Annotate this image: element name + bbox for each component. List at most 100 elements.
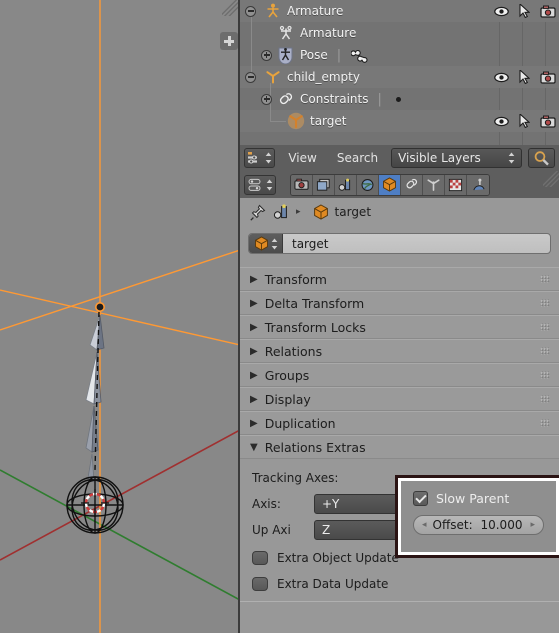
panel-grip-icon[interactable] <box>540 395 550 403</box>
cursor-icon[interactable] <box>513 66 536 88</box>
editor-type-outliner-icon[interactable] <box>244 148 276 168</box>
panel-duplication[interactable]: ▶ Duplication <box>240 411 559 435</box>
outliner-row-armature-data[interactable]: Armature <box>240 22 559 44</box>
offset-number-field[interactable]: ◂ Offset: 10.000 ▸ <box>413 515 544 535</box>
camera-icon[interactable] <box>536 66 559 88</box>
tab-world[interactable] <box>357 174 379 195</box>
camera-icon[interactable] <box>536 0 559 22</box>
orange-cube-icon <box>249 234 283 253</box>
decrement-arrow-icon[interactable]: ◂ <box>422 520 427 530</box>
object-name-field[interactable]: target <box>248 233 551 254</box>
panel-groups[interactable]: ▶ Groups <box>240 363 559 387</box>
outliner-row-target[interactable]: target <box>240 110 559 132</box>
outliner-label: Armature <box>300 26 357 40</box>
breadcrumb-separator: ▸ <box>296 207 301 217</box>
restrict-icons[interactable] <box>490 0 559 22</box>
panel-delta-transform[interactable]: ▶ Delta Transform <box>240 291 559 315</box>
tree-line <box>270 121 286 122</box>
panel-grip-icon[interactable] <box>540 371 550 379</box>
tab-texture[interactable] <box>445 174 467 195</box>
panel-grip-icon[interactable] <box>540 299 550 307</box>
chevron-right-icon: ▶ <box>250 417 258 429</box>
panel-relations[interactable]: ▶ Relations <box>240 339 559 363</box>
extra-data-update-label: Extra Data Update <box>277 577 389 591</box>
panel-display[interactable]: ▶ Display <box>240 387 559 411</box>
outliner-row-pose[interactable]: Pose | <box>240 44 559 66</box>
tab-scene[interactable] <box>335 174 357 195</box>
properties-tabstrip[interactable] <box>290 173 490 196</box>
outliner-menu-view[interactable]: View <box>281 151 323 165</box>
toolbar-expand-plus-icon[interactable] <box>220 32 238 50</box>
constraint-link-icon <box>279 92 293 104</box>
chevron-right-icon: ▶ <box>250 393 258 405</box>
editor-type-properties-icon[interactable] <box>244 174 276 195</box>
display-mode-value: Visible Layers <box>398 151 481 165</box>
outliner-label: Armature <box>287 4 344 18</box>
tab-constraints[interactable] <box>401 174 423 195</box>
panel-relations-extras[interactable]: ▼ Relations Extras <box>240 435 559 459</box>
breadcrumb-object-name: target <box>334 205 372 219</box>
panel-grip-icon[interactable] <box>540 275 550 283</box>
armature-icon <box>267 3 279 18</box>
chevron-updown-icon <box>508 152 514 164</box>
eye-icon[interactable] <box>490 66 513 88</box>
eye-icon[interactable] <box>490 110 513 132</box>
expander-plus-icon[interactable] <box>261 49 272 61</box>
eye-icon[interactable] <box>490 0 513 22</box>
outliner-row-child-empty[interactable]: child_empty <box>240 66 559 131</box>
tab-render[interactable] <box>291 174 313 195</box>
slow-parent-label: Slow Parent <box>436 491 510 506</box>
viewport-corner-grab[interactable] <box>222 0 238 16</box>
properties-header-bar[interactable] <box>240 171 559 198</box>
bone-icon <box>351 49 368 63</box>
restrict-icons[interactable] <box>490 110 559 132</box>
offset-value: 10.000 <box>480 518 523 532</box>
chevron-updown-icon[interactable] <box>271 238 278 250</box>
tracking-axes-label: Tracking Axes: <box>252 471 339 485</box>
slow-parent-highlight-box: Slow Parent ◂ Offset: 10.000 ▸ <box>398 478 559 555</box>
search-icon[interactable] <box>527 148 555 168</box>
slow-parent-row[interactable]: Slow Parent <box>413 491 544 506</box>
cursor-icon[interactable] <box>513 110 536 132</box>
row-separator: | <box>377 91 382 107</box>
3d-viewport[interactable] <box>0 0 240 633</box>
outliner-row-constraints[interactable]: Constraints | <box>240 88 559 110</box>
panel-transform-locks[interactable]: ▶ Transform Locks <box>240 315 559 339</box>
outliner-menu-search[interactable]: Search <box>330 151 385 165</box>
properties-editor[interactable]: View Search Visible Layers ▸ target targ… <box>240 145 559 633</box>
expander-minus-icon[interactable] <box>245 71 256 83</box>
empty-icon <box>266 71 280 84</box>
tab-object-data[interactable] <box>423 174 445 195</box>
chevron-down-icon: ▼ <box>250 441 258 453</box>
tab-object[interactable] <box>379 174 401 195</box>
properties-corner-grab[interactable] <box>543 171 559 187</box>
panel-grip-icon[interactable] <box>540 323 550 331</box>
extra-object-update-checkbox[interactable] <box>252 551 268 565</box>
display-mode-dropdown[interactable]: Visible Layers <box>391 148 522 168</box>
panel-title: Transform Locks <box>264 319 366 335</box>
expander-plus-icon[interactable] <box>261 93 272 105</box>
camera-icon[interactable] <box>536 110 559 132</box>
increment-arrow-icon[interactable]: ▸ <box>530 520 535 530</box>
cursor-icon[interactable] <box>513 0 536 22</box>
outliner-editor[interactable]: Armature Armature Pose | child_empty Con… <box>240 0 559 145</box>
outliner-label: target <box>310 114 347 128</box>
expander-minus-icon[interactable] <box>245 5 256 17</box>
slow-parent-checkbox[interactable] <box>413 491 428 506</box>
tab-physics[interactable] <box>467 174 489 195</box>
extra-data-update-row[interactable]: Extra Data Update <box>240 573 559 595</box>
panel-title: Delta Transform <box>264 295 365 311</box>
outliner-header-bar[interactable]: View Search Visible Layers <box>240 145 559 171</box>
breadcrumb[interactable]: ▸ target <box>240 198 559 226</box>
panel-grip-icon[interactable] <box>540 419 550 427</box>
panel-transform[interactable]: ▶ Transform <box>240 267 559 291</box>
tab-render-layers[interactable] <box>313 174 335 195</box>
extra-data-update-checkbox[interactable] <box>252 577 268 591</box>
up-axis-value: Z <box>322 523 331 537</box>
pin-icon[interactable] <box>250 204 267 221</box>
outliner-row-armature[interactable]: Armature <box>240 0 559 87</box>
restrict-icons[interactable] <box>490 66 559 88</box>
panel-grip-icon[interactable] <box>540 347 550 355</box>
panel-title: Groups <box>264 367 310 383</box>
scene-icon[interactable] <box>273 204 290 220</box>
